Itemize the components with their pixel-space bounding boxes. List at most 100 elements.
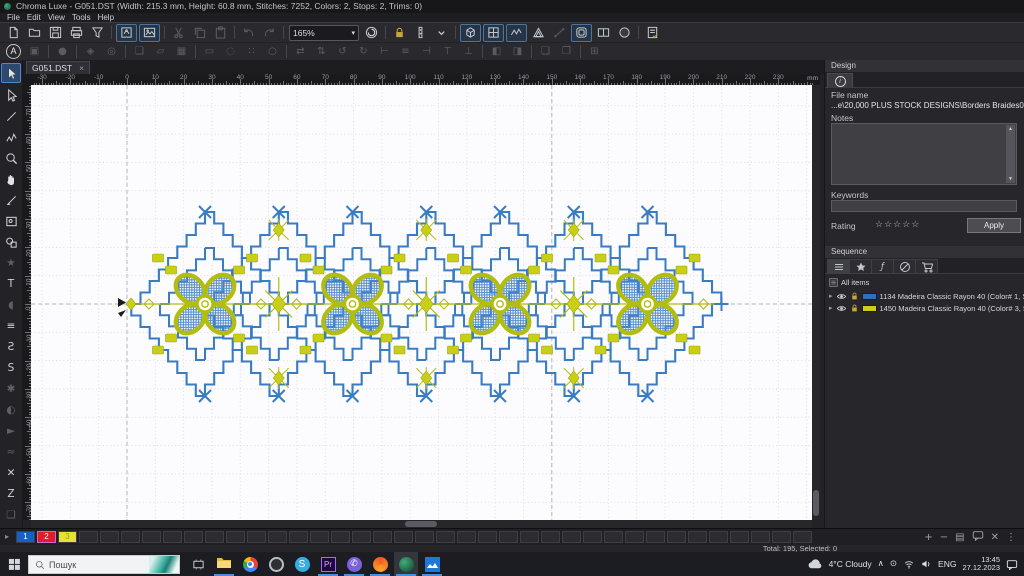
empty-color-slot[interactable] bbox=[163, 531, 182, 543]
save-file-button[interactable] bbox=[46, 25, 65, 41]
tab-close-icon[interactable]: × bbox=[79, 63, 84, 73]
sequence-tab-timer[interactable] bbox=[893, 259, 916, 274]
sequence-item[interactable]: ▸1134 Madeira Classic Rayon 40 (Color# 1… bbox=[829, 290, 1023, 302]
hscroll-thumb[interactable] bbox=[405, 521, 437, 527]
open-file-button[interactable] bbox=[25, 25, 44, 41]
tab-design-info[interactable]: i bbox=[827, 73, 853, 88]
taskbar-search[interactable]: Пошук bbox=[28, 555, 180, 574]
keywords-input[interactable] bbox=[831, 200, 1017, 212]
expand-caret-icon[interactable]: ▸ bbox=[829, 304, 833, 312]
notes-scrollbar[interactable]: ▲ ▼ bbox=[1006, 125, 1015, 183]
line-tool[interactable] bbox=[2, 107, 20, 125]
sequence-tab-cart[interactable] bbox=[915, 259, 938, 274]
empty-color-slot[interactable] bbox=[121, 531, 140, 543]
sequence-list-tool[interactable]: ≡ bbox=[2, 317, 20, 335]
sequence-tab-star[interactable] bbox=[849, 259, 872, 274]
empty-color-slot[interactable] bbox=[79, 531, 98, 543]
visibility-eye-icon[interactable] bbox=[836, 304, 847, 313]
empty-color-slot[interactable] bbox=[688, 531, 707, 543]
new-file-button[interactable] bbox=[4, 25, 23, 41]
menu-edit[interactable]: Edit bbox=[27, 13, 41, 22]
empty-color-slot[interactable] bbox=[541, 531, 560, 543]
horizontal-scrollbar[interactable] bbox=[31, 520, 812, 528]
design-library-button[interactable] bbox=[116, 24, 137, 42]
volume-icon[interactable] bbox=[921, 559, 932, 569]
weather-text[interactable]: 4°C Cloudy bbox=[829, 559, 872, 569]
empty-color-slot[interactable] bbox=[184, 531, 203, 543]
view-3d-button[interactable] bbox=[460, 24, 481, 42]
sequence-root-row[interactable]: All items bbox=[829, 276, 1023, 288]
notifications-icon[interactable] bbox=[1006, 559, 1018, 570]
stitch-edit-tool[interactable] bbox=[2, 128, 20, 146]
empty-color-slot[interactable] bbox=[499, 531, 518, 543]
empty-color-slot[interactable] bbox=[247, 531, 266, 543]
empty-color-slot[interactable] bbox=[520, 531, 539, 543]
empty-color-slot[interactable] bbox=[310, 531, 329, 543]
empty-color-slot[interactable] bbox=[625, 531, 644, 543]
taskbar-app-chrome[interactable] bbox=[238, 555, 262, 573]
lettering-tool[interactable]: T bbox=[2, 275, 20, 293]
palette-options[interactable]: ▤ bbox=[955, 532, 964, 543]
visibility-eye-icon[interactable] bbox=[836, 292, 847, 301]
knife-tool[interactable] bbox=[2, 191, 20, 209]
taskbar-app-browser-orange[interactable] bbox=[368, 555, 392, 573]
vscroll-thumb[interactable] bbox=[813, 490, 819, 516]
task-view-button[interactable] bbox=[186, 555, 210, 573]
view-stitches-button[interactable] bbox=[506, 24, 527, 42]
palette-scroll-icon[interactable]: ▸ bbox=[5, 532, 9, 541]
print-button[interactable] bbox=[67, 25, 86, 41]
color-chip-3[interactable]: 3 bbox=[58, 531, 77, 543]
remove-color[interactable]: − bbox=[940, 532, 948, 543]
view-density-button[interactable] bbox=[529, 25, 548, 41]
sequence-tab-list[interactable] bbox=[827, 259, 850, 274]
empty-color-slot[interactable] bbox=[646, 531, 665, 543]
delete-tool[interactable]: ✕ bbox=[2, 464, 20, 482]
lock-icon[interactable] bbox=[850, 291, 859, 301]
scroll-up-icon[interactable]: ▲ bbox=[1006, 125, 1015, 133]
empty-color-slot[interactable] bbox=[205, 531, 224, 543]
import-image-button[interactable] bbox=[139, 24, 160, 42]
taskbar-app-chroma-luxe[interactable] bbox=[394, 552, 418, 576]
view-split-button[interactable] bbox=[594, 25, 613, 41]
empty-color-slot[interactable] bbox=[751, 531, 770, 543]
empty-color-slot[interactable] bbox=[562, 531, 581, 543]
taskbar-app-photos[interactable] bbox=[420, 555, 444, 573]
empty-color-slot[interactable] bbox=[793, 531, 812, 543]
notes-textarea[interactable]: ▲ ▼ bbox=[831, 123, 1017, 185]
apply-button[interactable]: Apply bbox=[967, 218, 1021, 233]
menu-tools[interactable]: Tools bbox=[72, 13, 91, 22]
empty-color-slot[interactable] bbox=[226, 531, 245, 543]
empty-color-slot[interactable] bbox=[268, 531, 287, 543]
zoom-level-select[interactable]: 165%▾ bbox=[289, 25, 359, 41]
sequence-item[interactable]: ▸1450 Madeira Classic Rayon 40 (Color# 3… bbox=[829, 302, 1023, 314]
empty-color-slot[interactable] bbox=[478, 531, 497, 543]
expand-caret-icon[interactable]: ▸ bbox=[829, 292, 833, 300]
design-notes-button[interactable] bbox=[643, 25, 662, 41]
select-tool[interactable] bbox=[1, 63, 21, 83]
view-hoop-button[interactable] bbox=[571, 24, 592, 42]
image-tool[interactable] bbox=[2, 212, 20, 230]
zoom-tool[interactable] bbox=[2, 149, 20, 167]
empty-color-slot[interactable] bbox=[604, 531, 623, 543]
empty-color-slot[interactable] bbox=[100, 531, 119, 543]
empty-color-slot[interactable] bbox=[394, 531, 413, 543]
empty-color-slot[interactable] bbox=[457, 531, 476, 543]
menu-view[interactable]: View bbox=[48, 13, 65, 22]
document-tab[interactable]: G051.DST× bbox=[26, 61, 90, 75]
empty-color-slot[interactable] bbox=[730, 531, 749, 543]
sequence-tab-effects[interactable]: ƒ bbox=[871, 259, 894, 274]
satin-stitch-tool[interactable]: S bbox=[2, 359, 20, 377]
zoom-dropdown-icon[interactable]: ▾ bbox=[351, 29, 355, 37]
empty-color-slot[interactable] bbox=[415, 531, 434, 543]
trim-color[interactable]: ✕ bbox=[991, 532, 999, 543]
start-button[interactable] bbox=[8, 558, 21, 576]
pan-tool[interactable] bbox=[2, 170, 20, 188]
color-comment[interactable] bbox=[972, 530, 984, 545]
color-chip-2[interactable]: 2 bbox=[37, 531, 56, 543]
empty-color-slot[interactable] bbox=[709, 531, 728, 543]
empty-color-slot[interactable] bbox=[373, 531, 392, 543]
menu-file[interactable]: File bbox=[7, 13, 20, 22]
taskbar-app-viber[interactable]: ✆ bbox=[342, 555, 366, 573]
zigzag-tool[interactable]: Z bbox=[2, 485, 20, 503]
taskbar-app-premiere[interactable]: Pr bbox=[316, 555, 340, 573]
